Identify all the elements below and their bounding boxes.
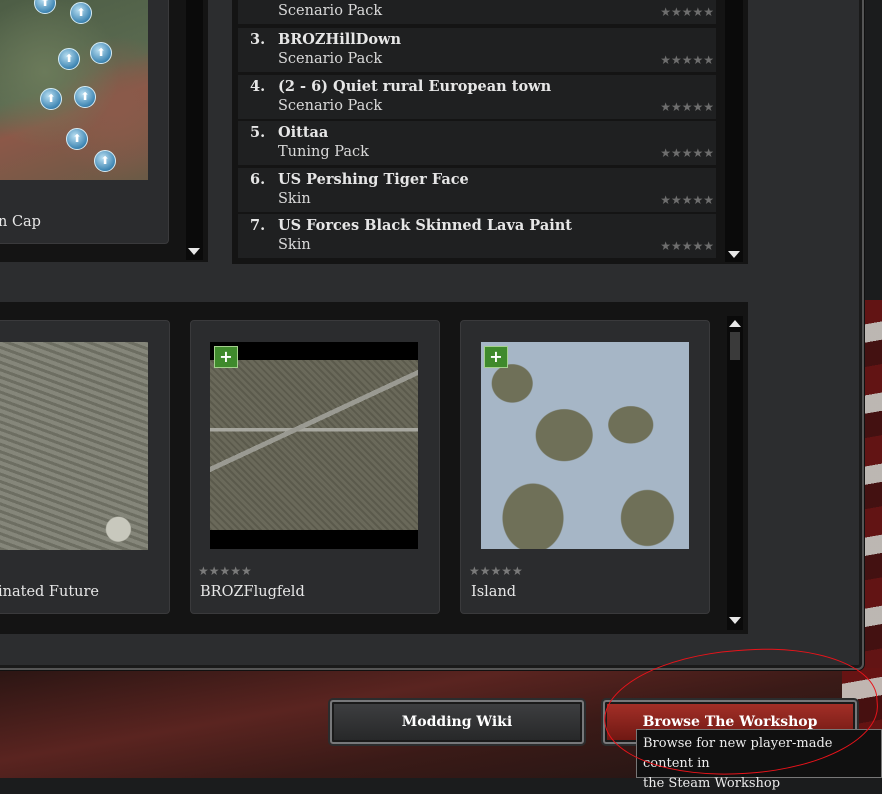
gallery-card-title: Island bbox=[471, 584, 517, 600]
gallery-card-thumbnail bbox=[481, 342, 689, 549]
gallery-card-thumbnail bbox=[0, 342, 148, 550]
scroll-up-arrow[interactable] bbox=[729, 320, 741, 327]
list-item-title: US Pershing Tiger Face bbox=[278, 171, 469, 188]
list-item-number: 6. bbox=[250, 171, 266, 188]
scroll-down-arrow[interactable] bbox=[188, 248, 200, 255]
list-item-type: Skin bbox=[278, 191, 311, 207]
list-item[interactable]: 6. US Pershing Tiger Face Skin ★★★★★ bbox=[238, 168, 716, 212]
list-item-rating: ★★★★★ bbox=[660, 193, 714, 207]
list-item-number: 3. bbox=[250, 31, 266, 48]
list-item-rating: ★★★★★ bbox=[660, 53, 714, 67]
gallery-scrollbar[interactable] bbox=[727, 316, 743, 630]
gallery-card-thumbnail bbox=[210, 342, 418, 549]
scroll-thumb[interactable] bbox=[730, 332, 740, 360]
list-item[interactable]: 3. BROZHillDown Scenario Pack ★★★★★ bbox=[238, 28, 716, 72]
list-item-rating: ★★★★★ bbox=[660, 100, 714, 114]
scroll-down-arrow[interactable] bbox=[729, 617, 741, 624]
list-item-title: (2 - 6) Quiet rural European town bbox=[278, 78, 552, 95]
list-item-rating: ★★★★★ bbox=[660, 5, 714, 19]
list-item-rating: ★★★★★ bbox=[660, 239, 714, 253]
gallery-card-title: BROZFlugfeld bbox=[200, 584, 305, 600]
featured-map-image: ⬆ ⬆ ⬆ ⬆ ⬆ ⬆ ⬆ ⬆ bbox=[0, 0, 148, 180]
list-item-type: Scenario Pack bbox=[278, 3, 383, 19]
list-item-number: 7. bbox=[250, 217, 266, 234]
workshop-tooltip: Browse for new player-made content in th… bbox=[636, 729, 882, 791]
add-to-collection-icon[interactable]: + bbox=[484, 346, 508, 368]
gallery-card-rating: ★★★★★ bbox=[469, 564, 523, 578]
list-item-type: Skin bbox=[278, 237, 311, 253]
list-item[interactable]: 4. (2 - 6) Quiet rural European town Sce… bbox=[238, 75, 716, 119]
list-item-title: US Forces Black Skinned Lava Paint bbox=[278, 217, 572, 234]
gallery-card-title: inated Future bbox=[0, 584, 99, 600]
gallery-card-rating: ★★★★★ bbox=[198, 564, 252, 578]
modding-wiki-button[interactable]: Modding Wiki bbox=[330, 700, 584, 744]
list-item-title: Oittaa bbox=[278, 124, 329, 141]
list-item-number: 4. bbox=[250, 78, 266, 95]
list-item[interactable]: 7. US Forces Black Skinned Lava Paint Sk… bbox=[238, 214, 716, 258]
scroll-down-arrow[interactable] bbox=[728, 251, 740, 258]
list-scrollbar[interactable] bbox=[725, 0, 743, 262]
list-item[interactable]: Scenario Pack ★★★★★ bbox=[238, 0, 716, 24]
list-item-rating: ★★★★★ bbox=[660, 146, 714, 160]
airfield-map-image bbox=[210, 360, 418, 530]
list-item-type: Scenario Pack bbox=[278, 51, 383, 67]
list-item-type: Scenario Pack bbox=[278, 98, 383, 114]
list-item-title: BROZHillDown bbox=[278, 31, 402, 48]
tooltip-line: the Steam Workshop bbox=[643, 776, 781, 791]
tooltip-line: Browse for new player-made content in bbox=[643, 736, 833, 771]
list-item-type: Tuning Pack bbox=[278, 144, 369, 160]
featured-scrollbar[interactable] bbox=[186, 0, 203, 260]
featured-caption: n Cap bbox=[0, 214, 41, 230]
list-item[interactable]: 5. Oittaa Tuning Pack ★★★★★ bbox=[238, 121, 716, 165]
list-item-number: 5. bbox=[250, 124, 266, 141]
add-to-collection-icon[interactable]: + bbox=[214, 346, 238, 368]
